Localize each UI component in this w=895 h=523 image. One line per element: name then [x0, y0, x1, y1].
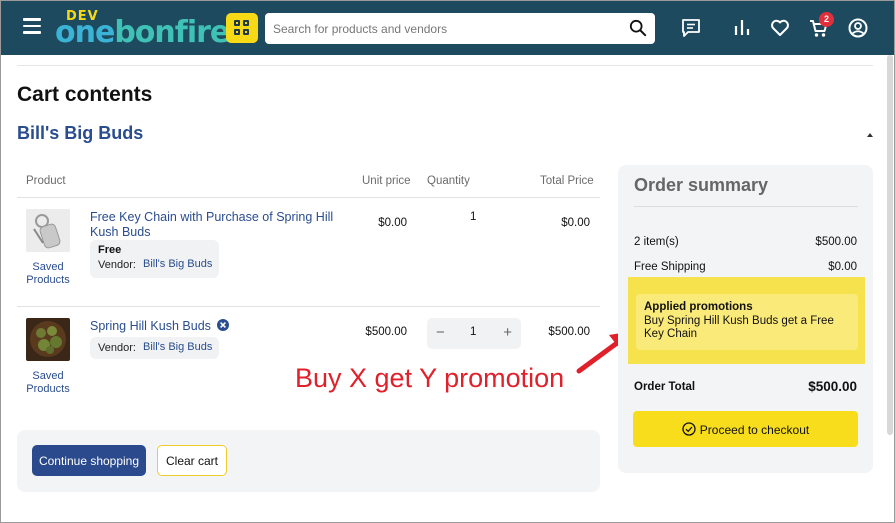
- kush-buds-product-image[interactable]: [26, 318, 70, 361]
- site-logo[interactable]: DEV onebonfire: [55, 7, 230, 51]
- free-label: Free: [98, 244, 122, 256]
- table-header-divider: [17, 197, 600, 198]
- column-header-quantity: Quantity: [427, 175, 470, 187]
- summary-divider: [634, 206, 858, 207]
- vendor-link[interactable]: Bill's Big Buds: [143, 258, 212, 270]
- order-summary-title: Order summary: [634, 175, 769, 195]
- search-icon[interactable]: [629, 19, 647, 37]
- proceed-to-checkout-button[interactable]: Proceed to checkout: [633, 411, 858, 447]
- cart-actions: Continue shopping Clear cart: [17, 430, 600, 492]
- applied-promotions-title: Applied promotions: [644, 301, 753, 313]
- shipping-value: $0.00: [828, 261, 857, 273]
- page-frame: DEV onebonfire Search for products and v…: [0, 0, 895, 523]
- shipping-label: Free Shipping: [634, 261, 706, 273]
- applied-promotion-text: Buy Spring Hill Kush Buds get a Free Key…: [644, 315, 834, 340]
- order-total-label: Order Total: [634, 381, 696, 393]
- decrease-quantity-button[interactable]: −: [436, 324, 445, 341]
- remove-item-icon[interactable]: [217, 319, 229, 331]
- items-count: 2 item(s): [634, 236, 679, 248]
- scrollbar[interactable]: [887, 55, 893, 435]
- logo-bonfire-text: bonfire: [114, 15, 230, 50]
- quantity-value: 1: [470, 211, 477, 223]
- product-name-link[interactable]: Spring Hill Kush Buds: [90, 319, 211, 334]
- column-header-unit-price: Unit price: [362, 175, 411, 187]
- menu-icon[interactable]: [23, 18, 41, 34]
- promotion-annotation: Buy X get Y promotion: [295, 363, 565, 393]
- column-header-total-price: Total Price: [540, 175, 594, 187]
- search-bar: [265, 13, 655, 44]
- heart-icon[interactable]: [769, 17, 791, 39]
- cart-count-badge: 2: [819, 12, 834, 27]
- quantity-value[interactable]: 1: [470, 326, 476, 338]
- store-name-link[interactable]: Bill's Big Buds: [17, 123, 143, 144]
- account-icon[interactable]: [847, 17, 869, 39]
- check-circle-icon: [682, 422, 696, 437]
- divider: [17, 65, 873, 66]
- saved-products-link[interactable]: Saved Products: [19, 261, 77, 287]
- unit-price: $0.00: [378, 217, 407, 229]
- continue-shopping-button[interactable]: Continue shopping: [32, 445, 146, 476]
- vendor-label: Vendor:: [98, 342, 136, 354]
- vendor-label: Vendor:: [98, 259, 136, 271]
- stats-icon[interactable]: [731, 17, 753, 39]
- product-name-link[interactable]: Free Key Chain with Purchase of Spring H…: [90, 210, 345, 240]
- unit-price: $500.00: [365, 326, 407, 338]
- vendor-info: Vendor: Bill's Big Buds: [90, 337, 219, 359]
- collapse-caret-icon[interactable]: [867, 133, 873, 137]
- increase-quantity-button[interactable]: +: [503, 324, 512, 341]
- chat-icon[interactable]: [680, 17, 702, 39]
- total-price: $0.00: [561, 217, 590, 229]
- top-header: DEV onebonfire Search for products and v…: [1, 1, 894, 55]
- order-summary-panel: Order summary 2 item(s) $500.00 Free Shi…: [618, 165, 873, 473]
- logo-wordmark: onebonfire: [55, 15, 230, 50]
- vendor-info: Free Vendor: Bill's Big Buds: [90, 240, 219, 278]
- keychain-product-image[interactable]: [26, 209, 70, 252]
- saved-products-link[interactable]: Saved Products: [19, 370, 77, 396]
- page-title: Cart contents: [17, 83, 153, 106]
- vendor-link[interactable]: Bill's Big Buds: [143, 341, 212, 353]
- checkout-label: Proceed to checkout: [699, 422, 810, 437]
- order-total-value: $500.00: [808, 379, 857, 394]
- row-divider: [17, 306, 600, 307]
- logo-one-text: one: [55, 15, 115, 50]
- applied-promotions-box: Applied promotions Buy Spring Hill Kush …: [636, 294, 858, 350]
- apps-grid-icon[interactable]: [226, 13, 258, 43]
- column-header-product: Product: [26, 175, 66, 187]
- items-subtotal: $500.00: [815, 236, 857, 248]
- search-input[interactable]: [273, 19, 623, 39]
- quantity-stepper: − 1 +: [427, 318, 521, 349]
- clear-cart-button[interactable]: Clear cart: [157, 445, 227, 476]
- promotion-highlight: Applied promotions Buy Spring Hill Kush …: [628, 277, 865, 364]
